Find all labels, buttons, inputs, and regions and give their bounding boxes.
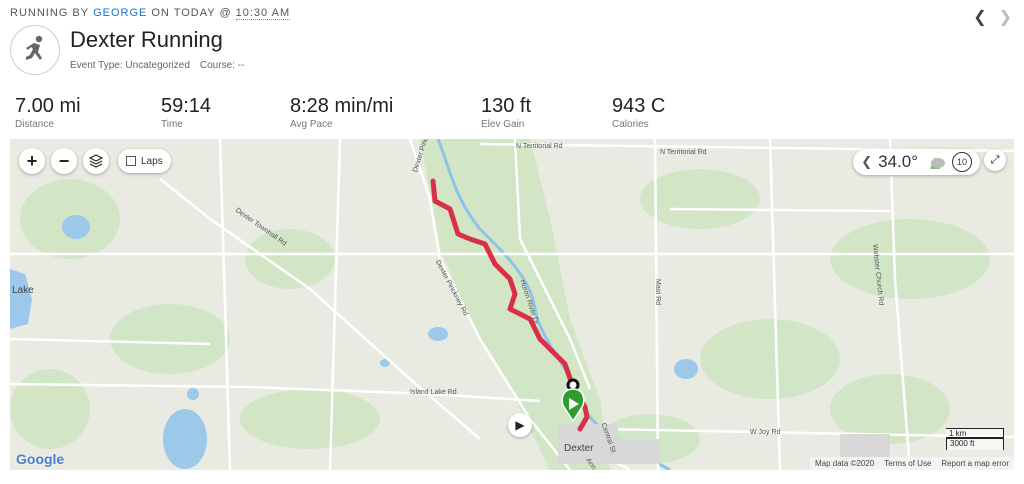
chevron-left-icon[interactable]: ❮ xyxy=(973,7,986,27)
stat-value: 943 C xyxy=(612,95,666,117)
map-footer: Map data ©2020 Terms of Use Report a map… xyxy=(810,457,1014,470)
place-label: Dexter xyxy=(564,443,594,454)
stat-time: 59:14 Time xyxy=(161,94,211,130)
summary-stats: 7.00 mi Distance 59:14 Time 8:28 min/mi … xyxy=(0,94,1024,134)
zoom-out-button[interactable]: − xyxy=(51,148,77,174)
weather-widget[interactable]: ❮ 34.0° 10 xyxy=(853,149,980,175)
route-markers xyxy=(561,378,585,423)
laps-toggle[interactable]: Laps xyxy=(118,149,171,173)
activity-meta: Event Type: Uncategorized Course: -- xyxy=(70,60,244,71)
road-label: N Territorial Rd xyxy=(516,143,563,150)
stat-value: 8:28 min/mi xyxy=(290,95,394,117)
route-map[interactable]: N Territorial Rd N Territorial Rd Dexter… xyxy=(10,139,1014,470)
place-label: Lake xyxy=(12,285,34,296)
activity-navigation: ❮ ❯ xyxy=(973,7,1012,27)
laps-checkbox[interactable] xyxy=(126,156,136,166)
activity-time[interactable]: 10:30 AM xyxy=(235,7,291,20)
scale-metric: 1 km xyxy=(946,428,1004,439)
byline-prefix: RUNNING BY xyxy=(10,7,90,19)
layers-button[interactable] xyxy=(83,148,109,174)
scale-imperial: 3000 ft xyxy=(946,439,1004,450)
laps-label: Laps xyxy=(141,155,163,167)
runner-icon xyxy=(10,25,60,75)
temperature: 34.0° xyxy=(878,152,918,171)
stat-value: 59:14 xyxy=(161,95,212,117)
report-error-link[interactable]: Report a map error xyxy=(936,457,1014,470)
chevron-right-icon[interactable]: ❯ xyxy=(999,7,1012,27)
course[interactable]: Course: -- xyxy=(200,60,244,71)
stat-avg-pace: 8:28 min/mi Avg Pace xyxy=(290,94,393,130)
play-route-button[interactable]: ▶ xyxy=(508,413,532,437)
zoom-in-button[interactable]: + xyxy=(19,148,45,174)
event-type[interactable]: Event Type: Uncategorized xyxy=(70,60,190,71)
stat-label: Avg Pace xyxy=(290,119,333,130)
fullscreen-button[interactable]: ⤢ xyxy=(984,149,1006,171)
road-label: Island Lake Rd xyxy=(410,389,457,396)
road-label: N Territorial Rd xyxy=(660,149,707,156)
terms-link[interactable]: Terms of Use xyxy=(879,457,936,470)
activity-byline: RUNNING BY GEORGE ON TODAY @ 10:30 AM xyxy=(10,7,291,20)
stat-label: Elev Gain xyxy=(481,119,525,130)
road-label: W Joy Rd xyxy=(750,429,781,436)
stat-value: 130 ft xyxy=(481,95,532,117)
stat-label: Time xyxy=(161,119,183,130)
map-data-credit: Map data ©2020 xyxy=(815,459,875,468)
activity-title[interactable]: Dexter Running xyxy=(70,27,223,53)
google-logo: Google xyxy=(16,451,65,467)
expand-icon: ⤢ xyxy=(990,153,1000,166)
stat-distance: 7.00 mi Distance xyxy=(15,94,81,130)
user-link[interactable]: GEORGE xyxy=(93,7,147,20)
stat-label: Distance xyxy=(15,119,54,130)
byline-on-today: ON TODAY @ xyxy=(151,7,232,19)
road-label: Mast Rd xyxy=(654,279,661,306)
stat-label: Calories xyxy=(612,119,649,130)
wind-speed: 10 xyxy=(952,152,972,172)
play-icon: ▶ xyxy=(515,418,525,432)
stat-value: 7.00 mi xyxy=(15,95,81,117)
stat-elev-gain: 130 ft Elev Gain xyxy=(481,94,531,130)
chevron-left-icon[interactable]: ❮ xyxy=(861,154,872,170)
stat-calories: 943 C Calories xyxy=(612,94,665,130)
layers-icon xyxy=(89,154,103,168)
weather-icon xyxy=(930,157,945,169)
map-scale: 1 km 3000 ft xyxy=(946,428,1004,450)
